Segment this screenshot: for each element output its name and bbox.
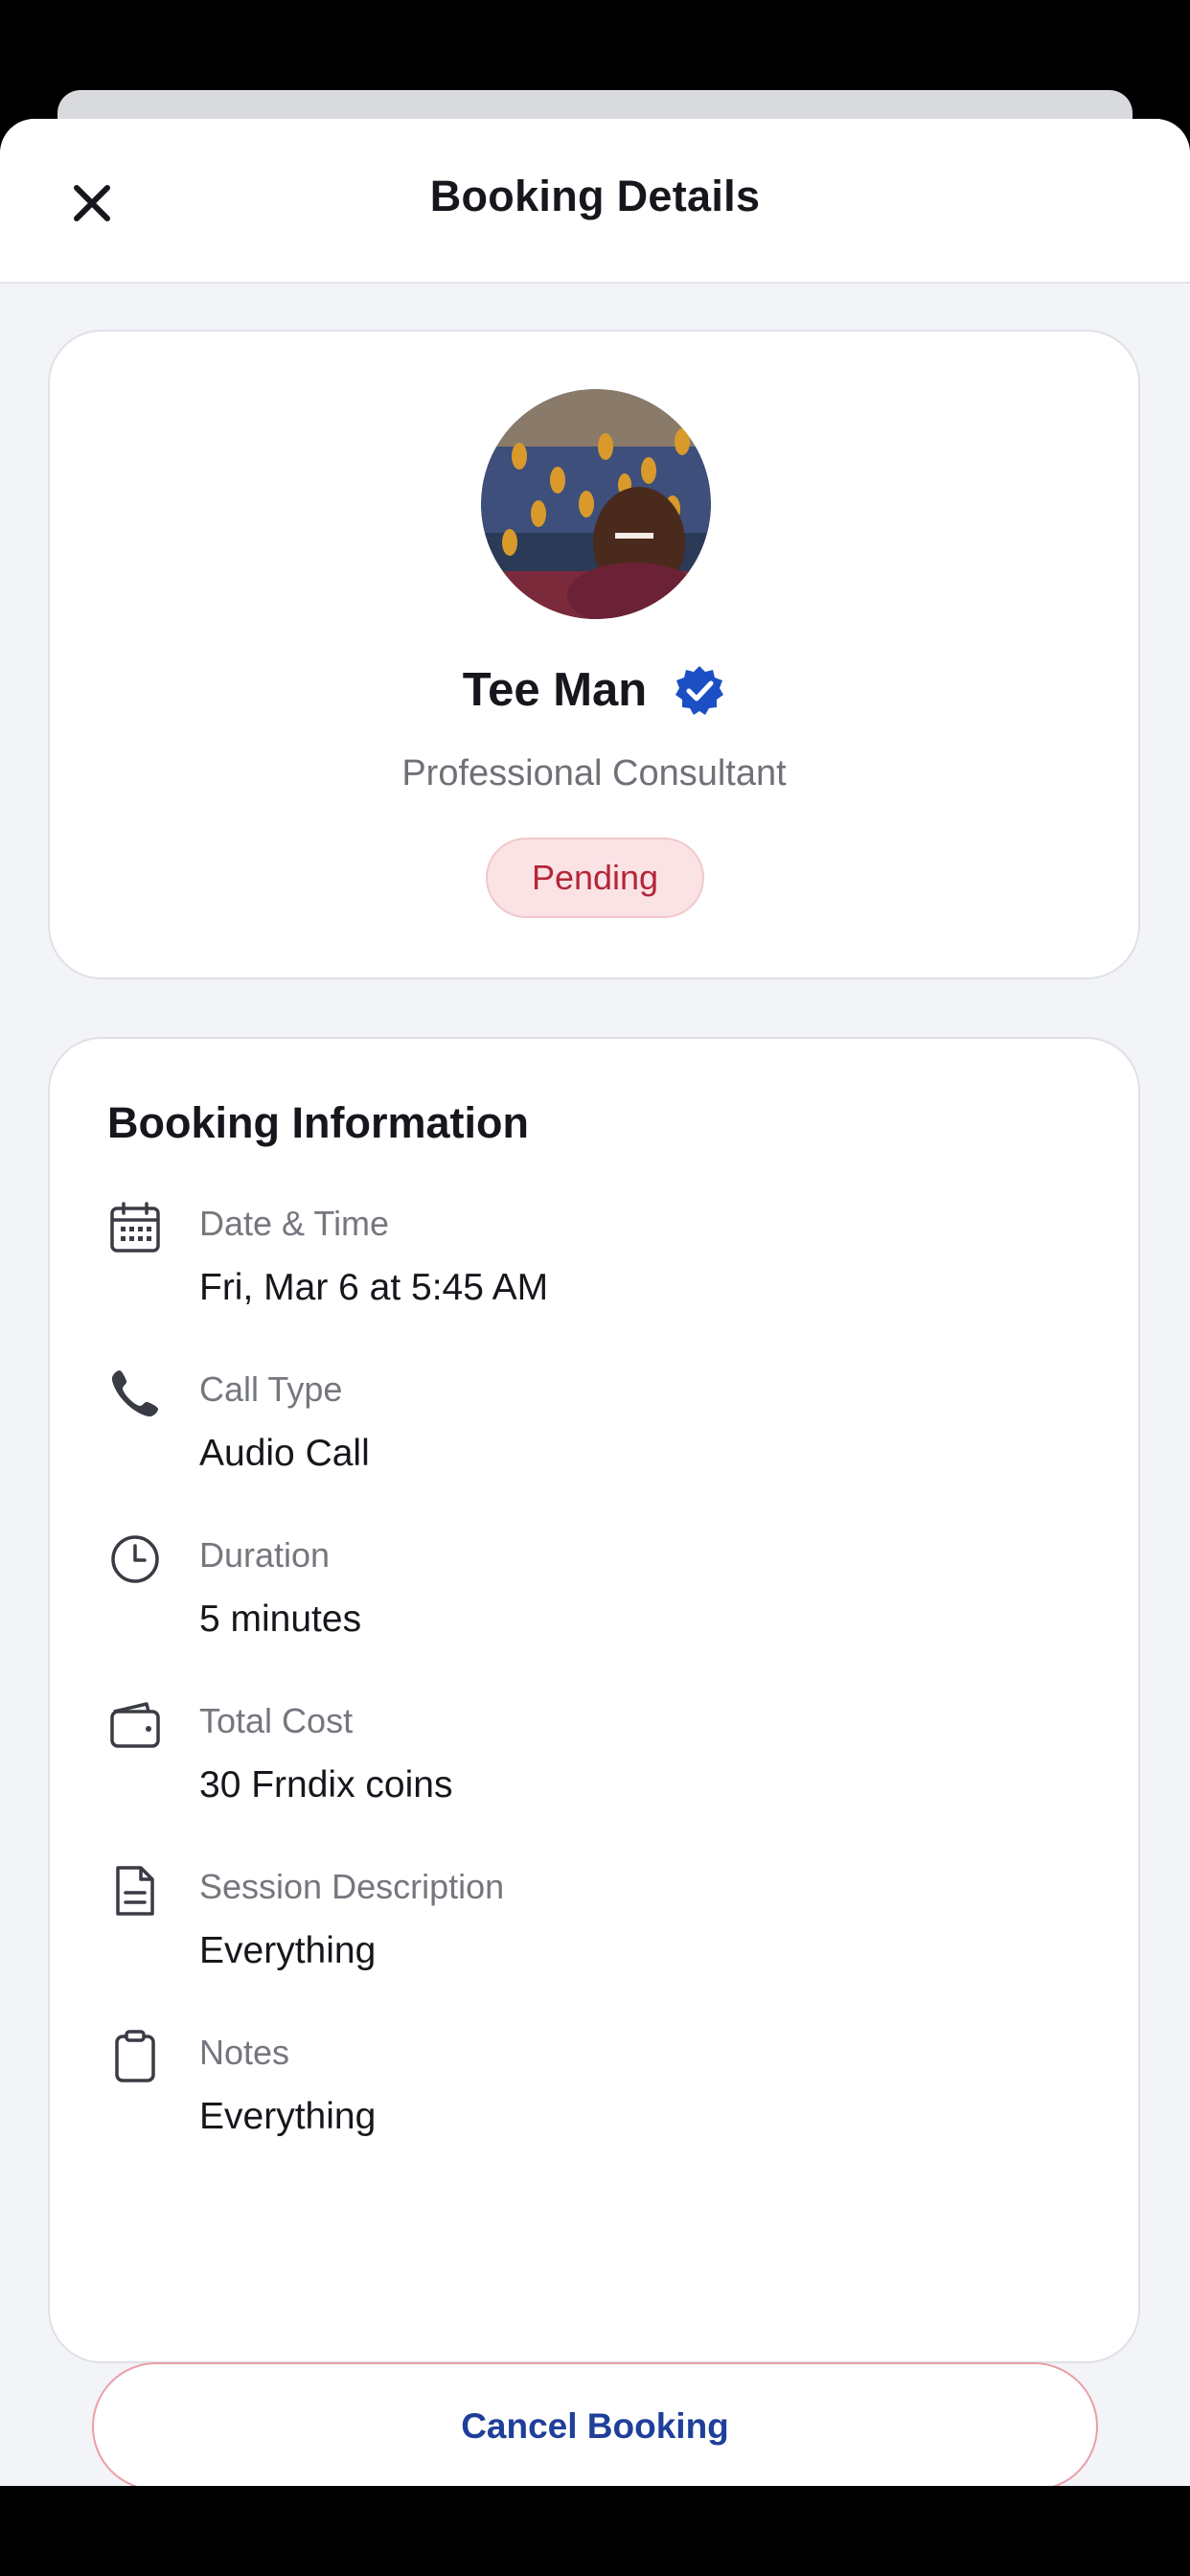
info-value: 30 Frndix coins — [199, 1764, 453, 1806]
document-icon — [107, 1863, 163, 1919]
status-badge: Pending — [486, 838, 704, 918]
info-value: Everything — [199, 1930, 377, 1971]
info-value: Everything — [199, 2096, 377, 2137]
profile-card: Tee Man Professional Consultant Pending — [48, 330, 1140, 979]
consultant-role: Professional Consultant — [401, 753, 787, 794]
info-row-date-time: Date & Time Fri, Mar 6 at 5:45 AM — [50, 1200, 1138, 1334]
info-label: Notes — [199, 2033, 290, 2072]
wallet-icon — [107, 1697, 163, 1753]
info-label: Session Description — [199, 1867, 505, 1906]
header-bar: Booking Details — [0, 119, 1190, 284]
info-value: 5 minutes — [199, 1598, 362, 1640]
phone-icon — [107, 1366, 163, 1421]
info-row-notes: Notes Everything — [50, 2029, 1138, 2163]
cancel-booking-button[interactable]: Cancel Booking — [92, 2362, 1098, 2486]
section-title: Booking Information — [107, 1098, 529, 1147]
info-row-total-cost: Total Cost 30 Frndix coins — [50, 1697, 1138, 1831]
info-label: Date & Time — [199, 1204, 390, 1243]
info-label: Call Type — [199, 1369, 343, 1409]
calendar-icon — [107, 1200, 163, 1255]
name-row: Tee Man — [50, 663, 1138, 717]
info-row-duration: Duration 5 minutes — [50, 1531, 1138, 1666]
info-label: Total Cost — [199, 1701, 354, 1740]
page-title: Booking Details — [429, 172, 761, 220]
info-value: Fri, Mar 6 at 5:45 AM — [199, 1267, 549, 1308]
info-value: Audio Call — [199, 1433, 370, 1474]
consultant-name: Tee Man — [462, 664, 648, 716]
info-label: Duration — [199, 1535, 331, 1575]
clipboard-icon — [107, 2029, 163, 2084]
booking-details-sheet: Booking Details Tee Man Professional Con… — [0, 119, 1190, 2486]
info-row-call-type: Call Type Audio Call — [50, 1366, 1138, 1500]
verified-badge-icon — [675, 666, 724, 715]
avatar — [481, 389, 711, 619]
booking-info-card: Booking Information Date & Time Fri, Mar… — [48, 1037, 1140, 2363]
clock-icon — [107, 1531, 163, 1587]
info-row-session-description: Session Description Everything — [50, 1863, 1138, 1997]
